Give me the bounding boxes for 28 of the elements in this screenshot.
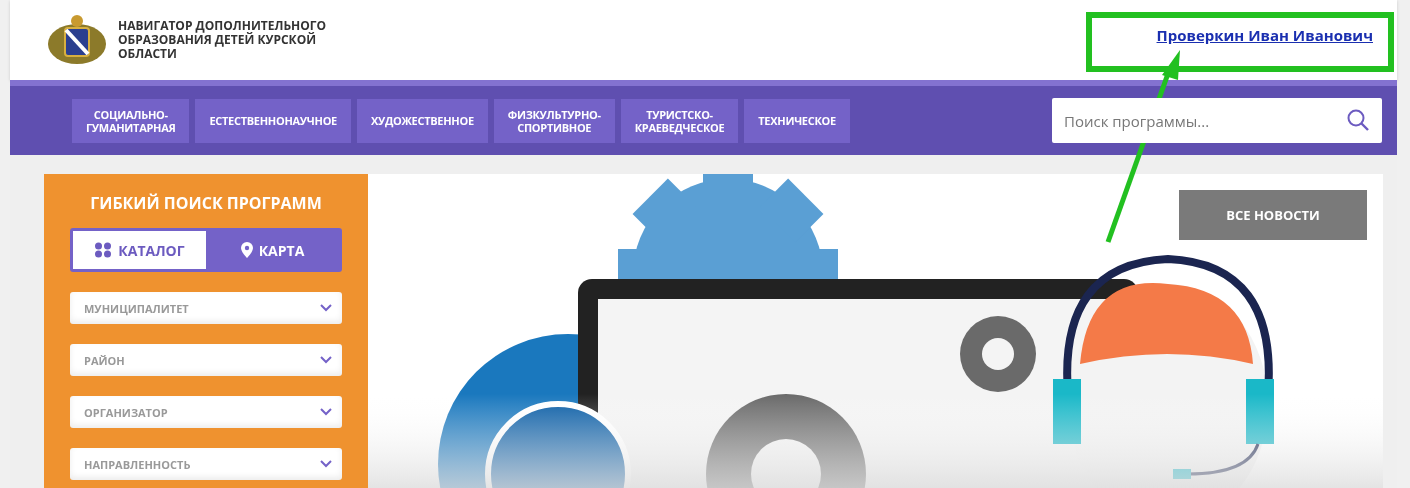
- filter-dropdown[interactable]: МУНИЦИПАЛИТЕТ: [70, 292, 342, 324]
- dropdown-label: ОРГАНИЗАТОР: [84, 404, 168, 420]
- dropdown-label: МУНИЦИПАЛИТЕТ: [84, 300, 189, 316]
- category-button[interactable]: ЕСТЕСТВЕННОНАУЧНОЕ: [195, 98, 351, 143]
- category-button[interactable]: ТУРИСТСКО-КРАЕВЕДЧЕСКОЕ: [620, 98, 739, 143]
- user-name-link[interactable]: Проверкин Иван Иванович: [1156, 25, 1373, 45]
- category-button[interactable]: ФИЗКУЛЬТУРНО-СПОРТИВНОЕ: [493, 98, 615, 143]
- category-button[interactable]: ХУДОЖЕСТВЕННОЕ: [356, 98, 488, 143]
- chevron-down-icon: [320, 460, 332, 468]
- site-title: НАВИГАТОР ДОПОЛНИТЕЛЬНОГО ОБРАЗОВАНИЯ ДЕТЕЙ КУРСКОЙ ОБЛАСТИ: [118, 19, 328, 61]
- filter-dropdown[interactable]: ОРГАНИЗАТОР: [70, 396, 342, 428]
- all-news-button[interactable]: ВСЕ НОВОСТИ: [1179, 190, 1367, 240]
- category-button[interactable]: СОЦИАЛЬНО-ГУМАНИТАРНАЯ: [72, 98, 190, 143]
- dropdown-label: НАПРАВЛЕННОСТЬ: [84, 456, 191, 472]
- chevron-down-icon: [320, 408, 332, 416]
- grid-dots-icon: [94, 242, 113, 258]
- filter-dropdown[interactable]: РАЙОН: [70, 344, 342, 376]
- category-button[interactable]: ТЕХНИЧЕСКОЕ: [744, 98, 850, 143]
- search-icon[interactable]: [1346, 108, 1370, 132]
- map-pin-icon: [240, 242, 253, 258]
- coat-of-arms-logo: [46, 14, 108, 66]
- chevron-down-icon: [320, 356, 332, 364]
- search-field[interactable]: Поиск программы...: [1052, 98, 1382, 143]
- view-tab[interactable]: КАТАЛОГ: [73, 231, 206, 269]
- dropdown-label: РАЙОН: [84, 352, 125, 368]
- filter-dropdown[interactable]: НАПРАВЛЕННОСТЬ: [70, 448, 342, 480]
- chevron-down-icon: [320, 304, 332, 312]
- panel-title: ГИБКИЙ ПОИСК ПРОГРАММ: [89, 192, 323, 214]
